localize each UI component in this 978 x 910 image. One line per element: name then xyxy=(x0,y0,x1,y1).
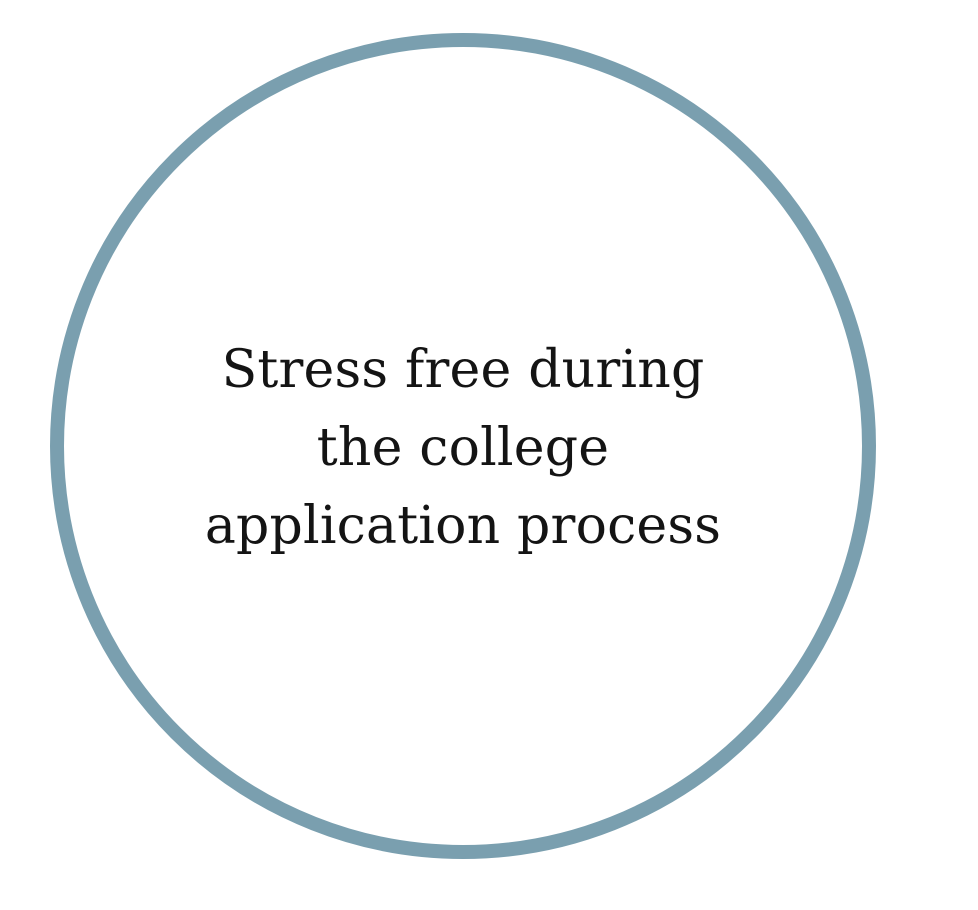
caption-line-3: application process xyxy=(204,496,722,556)
caption-line-2: the college xyxy=(316,418,610,478)
canvas: Stress free during the college applicati… xyxy=(0,0,978,910)
circle-caption: Stress free during the college applicati… xyxy=(205,331,721,565)
caption-line-1: Stress free during xyxy=(221,340,705,400)
circle-ring: Stress free during the college applicati… xyxy=(50,33,876,859)
